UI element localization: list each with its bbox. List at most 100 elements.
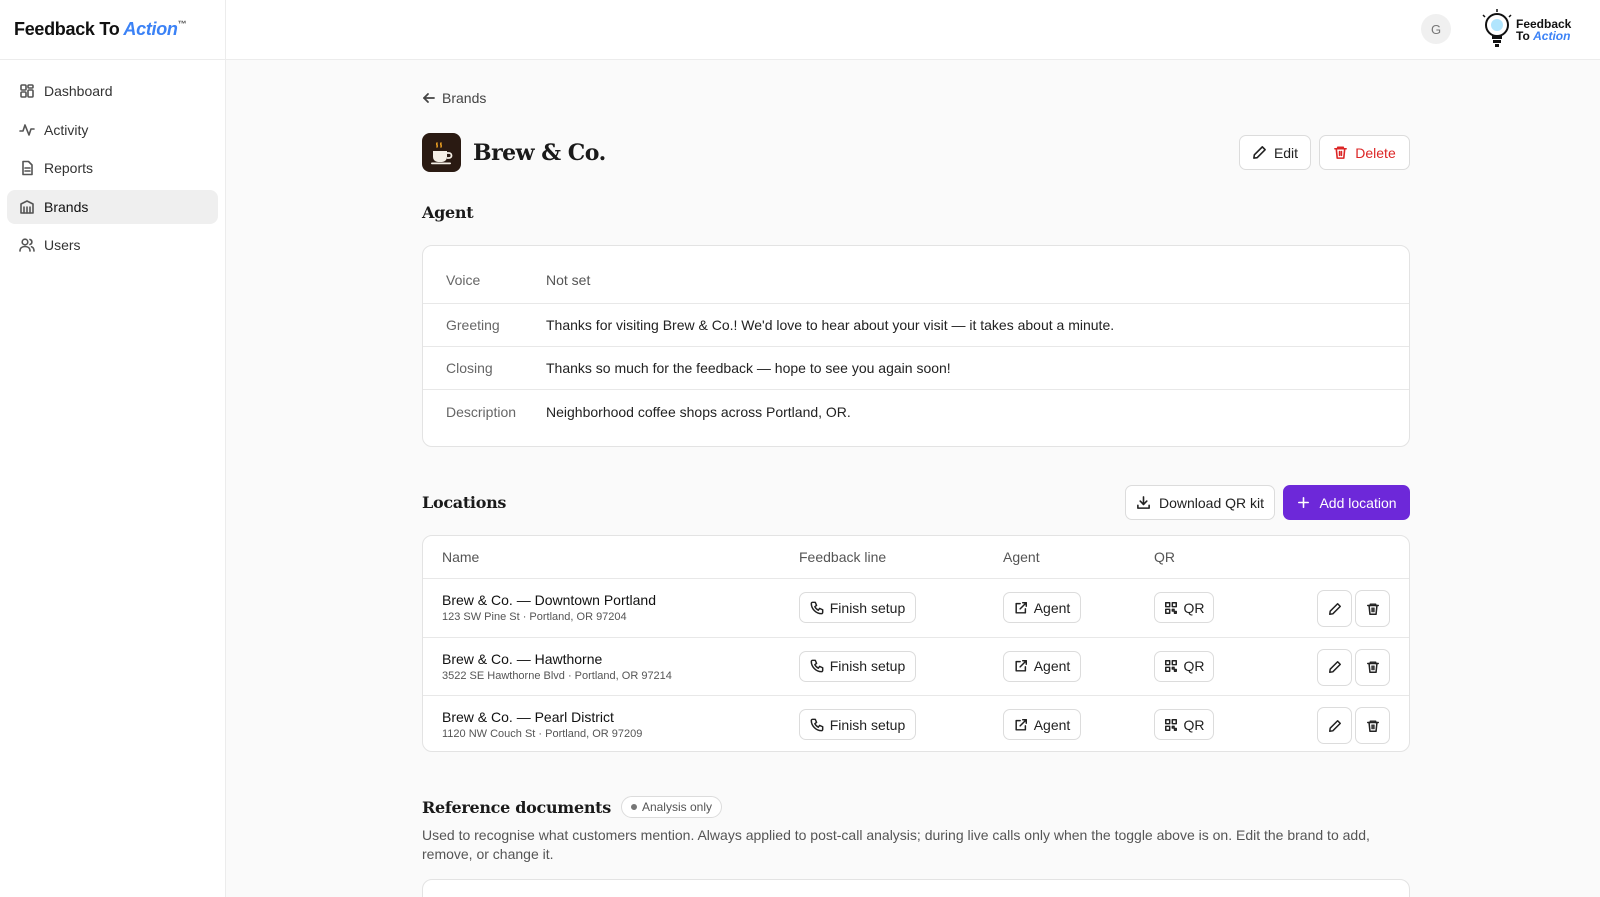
agent-link-button[interactable]: Agent	[1003, 592, 1081, 623]
pencil-icon	[1328, 602, 1341, 615]
sidebar-item-users[interactable]: Users	[7, 228, 218, 262]
agent-row-label: Voice	[446, 271, 481, 288]
qr-code-icon	[1164, 718, 1177, 731]
agent-section-title: Agent	[422, 203, 474, 222]
reference-documents-card	[422, 879, 1410, 897]
table-header: Name Feedback line Agent QR	[423, 536, 1409, 579]
table-row: Brew & Co. — Hawthorne 3522 SE Hawthorne…	[423, 638, 1409, 697]
sidebar-item-brands[interactable]: Brands	[7, 189, 218, 224]
qr-label: QR	[1183, 658, 1205, 675]
brand-logo-line2b: Action	[1533, 29, 1571, 43]
qr-label: QR	[1183, 599, 1205, 616]
sidebar-item-label: Dashboard	[44, 83, 113, 99]
badge-label: Analysis only	[641, 800, 712, 814]
agent-link-label: Agent	[1033, 658, 1071, 675]
agent-row-voice: Voice Not set	[423, 246, 1409, 304]
agent-row-value: Not set	[546, 271, 591, 288]
qr-button[interactable]: QR	[1154, 650, 1214, 682]
sidebar-item-label: Activity	[44, 121, 89, 138]
finish-setup-button[interactable]: Finish setup	[799, 592, 916, 623]
location-name: Brew & Co. — Downtown Portland	[442, 592, 656, 608]
delete-label: Delete	[1355, 144, 1396, 161]
coffee-cup-icon	[430, 141, 452, 164]
edit-label: Edit	[1273, 144, 1299, 161]
top-bar	[226, 0, 1600, 60]
agent-row-value: Neighborhood coffee shops across Portlan…	[546, 403, 851, 420]
logo-main: Feedback To	[14, 19, 120, 39]
brand-logo: Feedback To Action	[1480, 8, 1584, 52]
location-address: 123 SW Pine St · Portland, OR 97204	[442, 611, 627, 623]
phone-icon	[810, 601, 824, 614]
agent-link-label: Agent	[1033, 599, 1071, 616]
location-address: 3522 SE Hawthorne Blvd · Portland, OR 97…	[442, 669, 672, 682]
agent-card: Voice Not set Greeting Thanks for visiti…	[422, 245, 1410, 447]
phone-icon	[810, 718, 824, 732]
activity-icon	[19, 123, 35, 136]
plus-icon	[1298, 497, 1310, 508]
agent-row-label: Closing	[446, 360, 493, 376]
app-logo[interactable]: Feedback To Action™	[0, 0, 225, 60]
delete-button[interactable]: Delete	[1319, 135, 1410, 170]
agent-link-button[interactable]: Agent	[1003, 709, 1081, 741]
add-location-label: Add location	[1319, 494, 1397, 511]
status-dot	[630, 804, 637, 810]
trash-icon	[1334, 146, 1348, 159]
finish-setup-button[interactable]: Finish setup	[799, 650, 916, 682]
table-row: Brew & Co. — Pearl District 1120 NW Couc…	[423, 696, 1409, 751]
delete-location-button[interactable]	[1355, 707, 1390, 745]
qr-label: QR	[1183, 716, 1205, 733]
agent-link-label: Agent	[1033, 716, 1071, 733]
column-header-qr: QR	[1154, 549, 1175, 565]
logo-tm: ™	[177, 19, 187, 29]
pencil-icon	[1253, 146, 1266, 159]
logo-accent: Action	[123, 19, 178, 39]
arrow-left-icon	[423, 93, 435, 103]
column-header-name: Name	[442, 549, 480, 565]
edit-location-button[interactable]	[1317, 648, 1352, 686]
agent-row-description: Description Neighborhood coffee shops ac…	[423, 390, 1409, 433]
sidebar-nav: Dashboard Activity Reports Brands Users	[0, 60, 225, 281]
qr-button[interactable]: QR	[1154, 592, 1214, 623]
analysis-only-badge: Analysis only	[620, 796, 722, 818]
edit-location-button[interactable]	[1317, 590, 1352, 627]
download-icon	[1137, 496, 1150, 509]
qr-code-icon	[1164, 601, 1177, 614]
agent-row-greeting: Greeting Thanks for visiting Brew & Co.!…	[423, 304, 1409, 347]
sidebar-item-activity[interactable]: Activity	[7, 113, 218, 147]
lightbulb-icon	[1482, 9, 1512, 47]
download-qr-kit-button[interactable]: Download QR kit	[1125, 485, 1275, 520]
back-label: Brands	[442, 90, 487, 106]
finish-setup-label: Finish setup	[829, 716, 906, 733]
users-icon	[19, 238, 35, 253]
brand-avatar	[422, 133, 461, 172]
trash-icon	[1366, 661, 1379, 674]
back-link[interactable]: Brands	[422, 90, 486, 106]
location-name: Brew & Co. — Hawthorne	[442, 650, 603, 667]
pencil-icon	[1328, 719, 1341, 732]
location-address: 1120 NW Couch St · Portland, OR 97209	[442, 728, 643, 741]
finish-setup-label: Finish setup	[829, 599, 906, 616]
edit-button[interactable]: Edit	[1239, 135, 1311, 170]
locations-section-title: Locations	[422, 493, 507, 512]
brand-logo-line2: To Action	[1516, 30, 1571, 42]
sidebar-item-reports[interactable]: Reports	[7, 151, 218, 185]
agent-row-value: Thanks so much for the feedback — hope t…	[546, 360, 951, 376]
edit-location-button[interactable]	[1317, 707, 1352, 745]
agent-row-closing: Closing Thanks so much for the feedback …	[423, 347, 1409, 390]
reports-icon	[22, 160, 33, 176]
page-title: Brew & Co.	[473, 139, 606, 166]
delete-location-button[interactable]	[1355, 648, 1390, 686]
finish-setup-label: Finish setup	[829, 658, 906, 675]
sidebar-item-label: Reports	[44, 160, 94, 177]
sidebar-item-label: Users	[44, 237, 81, 254]
delete-location-button[interactable]	[1355, 590, 1390, 627]
locations-table: Name Feedback line Agent QR Brew & Co. —…	[422, 535, 1410, 752]
finish-setup-button[interactable]: Finish setup	[799, 709, 916, 741]
agent-link-button[interactable]: Agent	[1003, 650, 1081, 682]
external-link-icon	[1015, 660, 1027, 672]
qr-button[interactable]: QR	[1154, 709, 1214, 741]
sidebar-item-dashboard[interactable]: Dashboard	[7, 74, 218, 108]
add-location-button[interactable]: Add location	[1283, 485, 1410, 520]
avatar[interactable]: G	[1421, 14, 1451, 44]
download-qr-kit-label: Download QR kit	[1158, 494, 1265, 511]
